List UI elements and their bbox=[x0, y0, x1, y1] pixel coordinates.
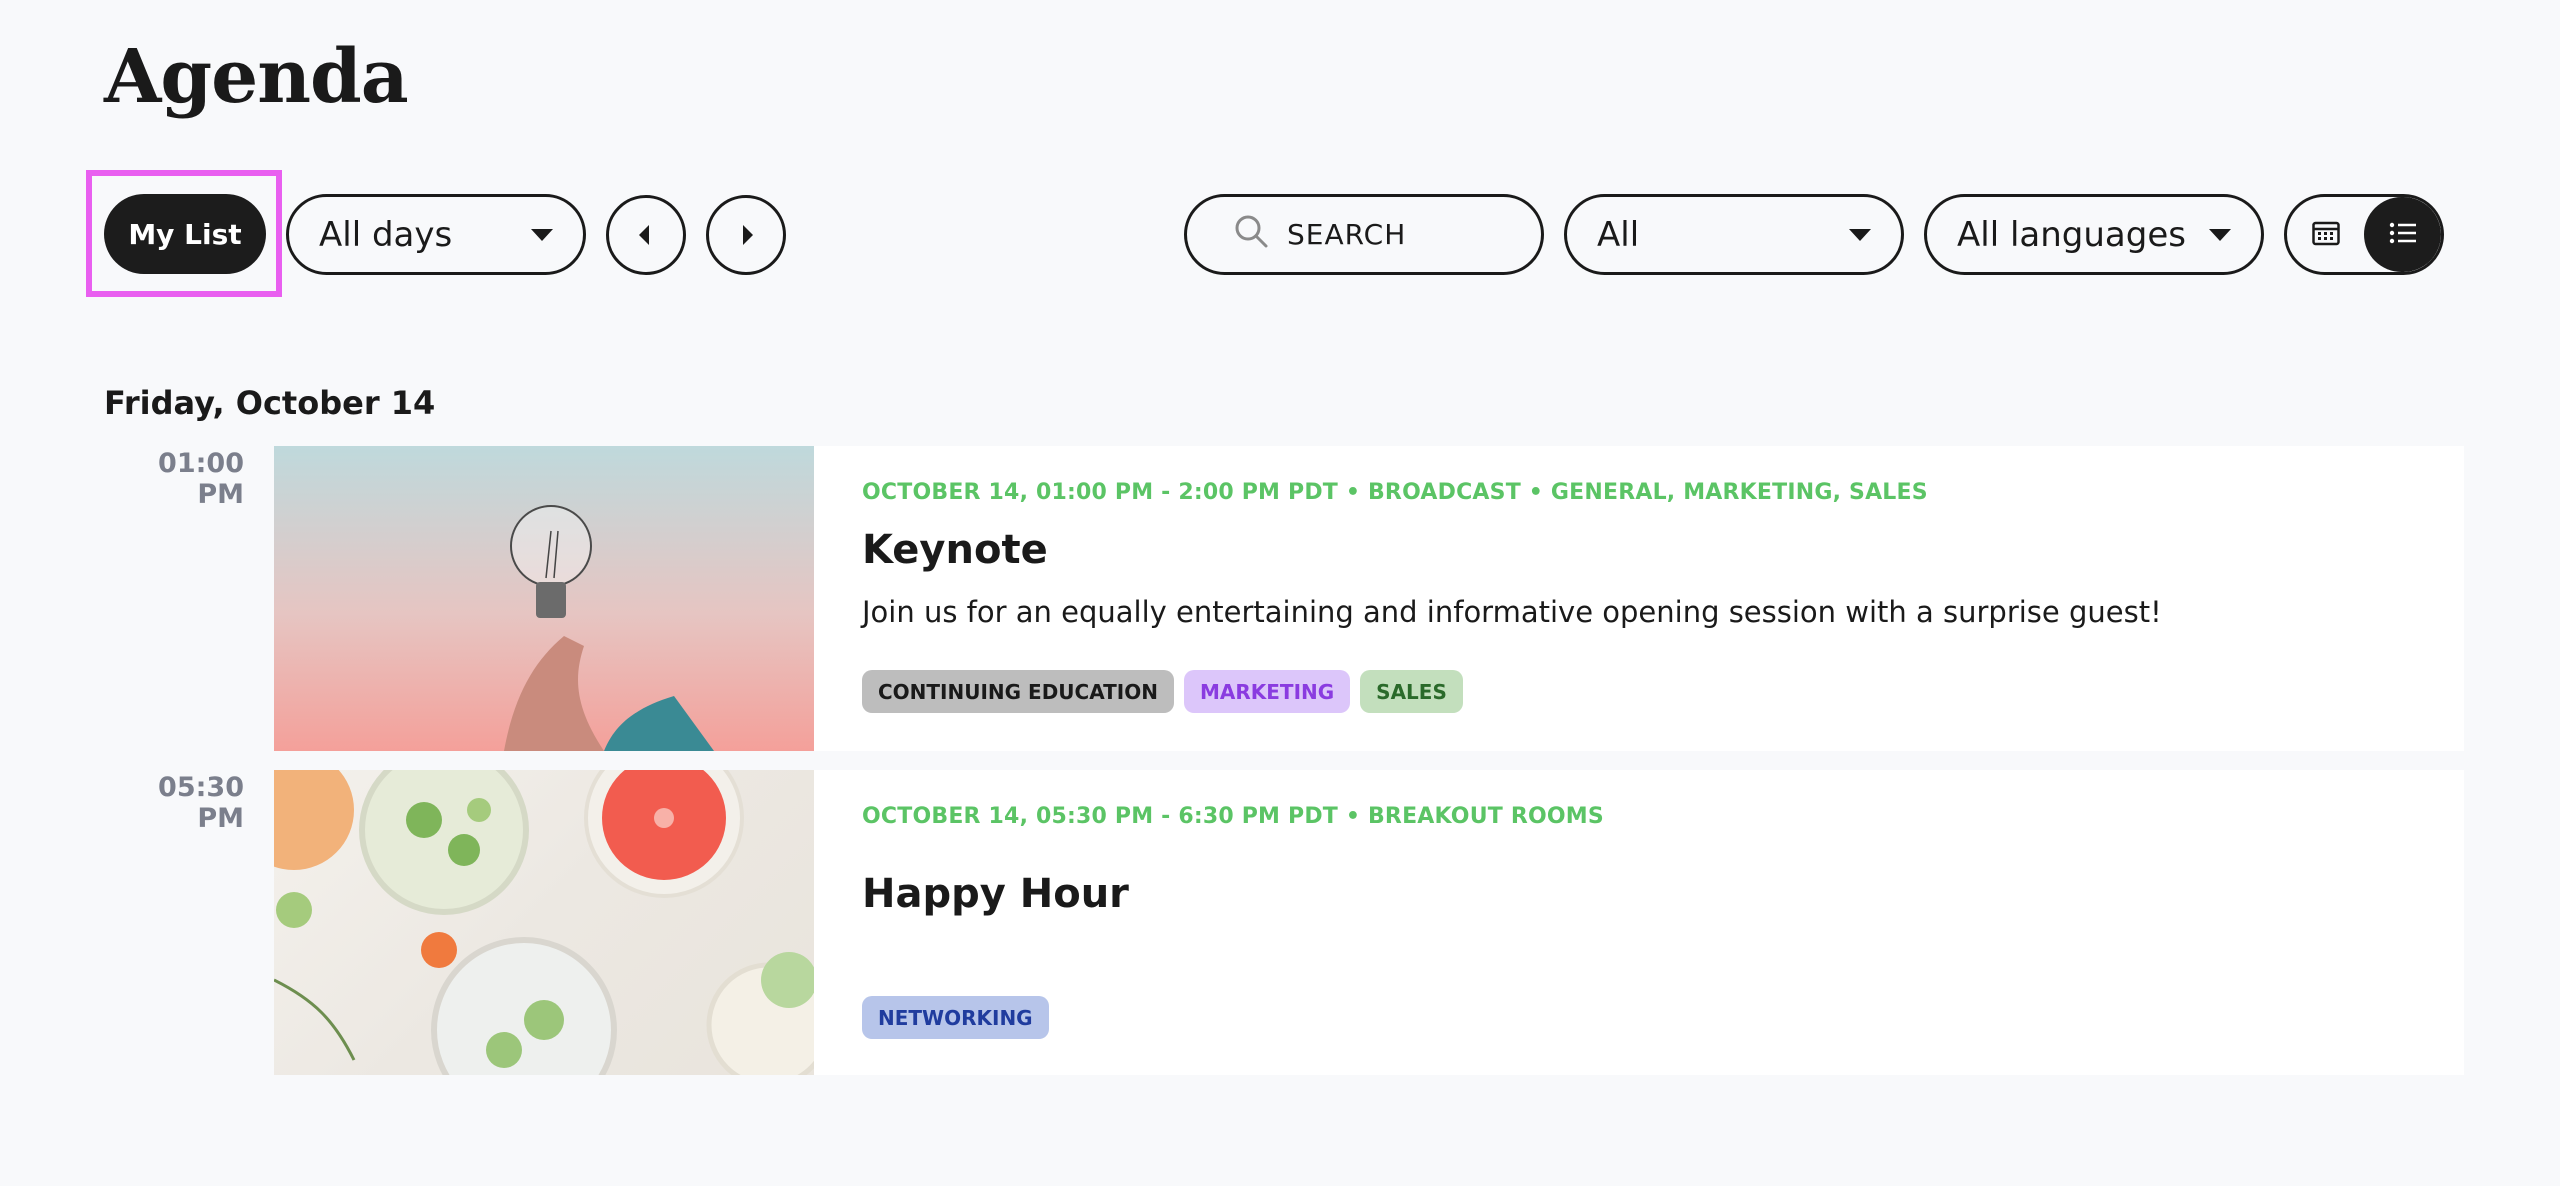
session-card-keynote[interactable]: OCTOBER 14, 01:00 PM - 2:00 PM PDT • BRO… bbox=[274, 446, 2464, 751]
session-details: OCTOBER 14, 05:30 PM - 6:30 PM PDT • BRE… bbox=[814, 770, 2464, 1075]
days-select[interactable]: All days bbox=[286, 194, 586, 275]
session-time: 01:00 PM bbox=[158, 448, 244, 510]
chevron-right-icon bbox=[743, 225, 753, 245]
tag-networking[interactable]: NETWORKING bbox=[862, 996, 1049, 1039]
session-time: 05:30 PM bbox=[158, 772, 244, 834]
caret-down-icon bbox=[531, 228, 553, 241]
previous-day-button[interactable] bbox=[606, 195, 686, 275]
session-card-happy-hour[interactable]: OCTOBER 14, 05:30 PM - 6:30 PM PDT • BRE… bbox=[274, 770, 2464, 1075]
language-select-value: All languages bbox=[1957, 214, 2186, 255]
session-title[interactable]: Happy Hour bbox=[862, 871, 2416, 917]
list-icon bbox=[2389, 221, 2417, 249]
tag-continuing-education[interactable]: CONTINUING EDUCATION bbox=[862, 670, 1174, 713]
agenda-toolbar: My List All days All All languages bbox=[0, 0, 2560, 320]
cocktails-illustration bbox=[274, 770, 814, 1075]
view-toggle bbox=[2284, 194, 2444, 275]
chevron-left-icon bbox=[639, 225, 649, 245]
search-icon bbox=[1233, 213, 1269, 256]
search-box[interactable] bbox=[1184, 194, 1544, 275]
lightbulb-illustration bbox=[504, 505, 714, 751]
session-tags: NETWORKING bbox=[862, 996, 1049, 1039]
calendar-view-button[interactable] bbox=[2287, 197, 2364, 272]
language-select[interactable]: All languages bbox=[1924, 194, 2264, 275]
tag-marketing[interactable]: MARKETING bbox=[1183, 670, 1351, 713]
category-select[interactable]: All bbox=[1564, 194, 1904, 275]
days-select-value: All days bbox=[319, 214, 453, 255]
tag-sales[interactable]: SALES bbox=[1360, 670, 1463, 713]
session-title[interactable]: Keynote bbox=[862, 527, 2416, 573]
session-image-happy-hour bbox=[274, 770, 814, 1075]
search-input[interactable] bbox=[1285, 217, 1509, 252]
session-meta: OCTOBER 14, 01:00 PM - 2:00 PM PDT • BRO… bbox=[862, 480, 1928, 505]
caret-down-icon bbox=[1849, 228, 1871, 241]
date-heading: Friday, October 14 bbox=[104, 384, 436, 422]
category-select-value: All bbox=[1597, 214, 1640, 255]
my-list-button[interactable]: My List bbox=[104, 194, 266, 274]
session-meta: OCTOBER 14, 05:30 PM - 6:30 PM PDT • BRE… bbox=[862, 804, 1604, 829]
calendar-icon bbox=[2311, 220, 2340, 250]
next-day-button[interactable] bbox=[706, 195, 786, 275]
list-view-button[interactable] bbox=[2364, 197, 2441, 272]
session-description: Join us for an equally entertaining and … bbox=[862, 595, 2162, 629]
session-image-keynote bbox=[274, 446, 814, 751]
caret-down-icon bbox=[2209, 228, 2231, 241]
session-details: OCTOBER 14, 01:00 PM - 2:00 PM PDT • BRO… bbox=[814, 446, 2464, 751]
session-tags: CONTINUING EDUCATION MARKETING SALES bbox=[862, 670, 1463, 713]
